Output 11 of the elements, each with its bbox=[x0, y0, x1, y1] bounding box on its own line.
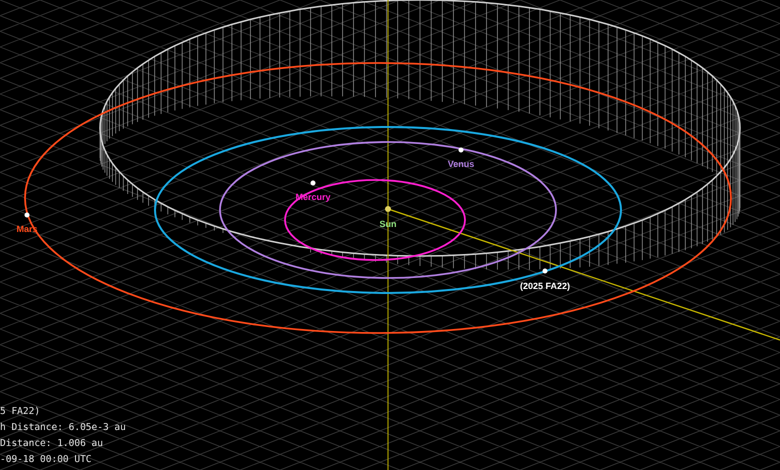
body-dot bbox=[24, 212, 30, 218]
body-label: (2025 FA22) bbox=[520, 281, 570, 291]
info-text: Distance: 1.006 au bbox=[0, 437, 104, 451]
body-dot bbox=[310, 180, 316, 186]
info-text: h Distance: 6.05e-3 au bbox=[0, 421, 126, 435]
info-text: 5 FA22) bbox=[0, 405, 42, 419]
body-dot bbox=[542, 268, 548, 274]
info-text: -09-18 00:00 UTC bbox=[0, 453, 93, 467]
body-label: Venus bbox=[448, 159, 474, 169]
sun-dot bbox=[385, 206, 391, 212]
body-dot bbox=[458, 148, 464, 152]
